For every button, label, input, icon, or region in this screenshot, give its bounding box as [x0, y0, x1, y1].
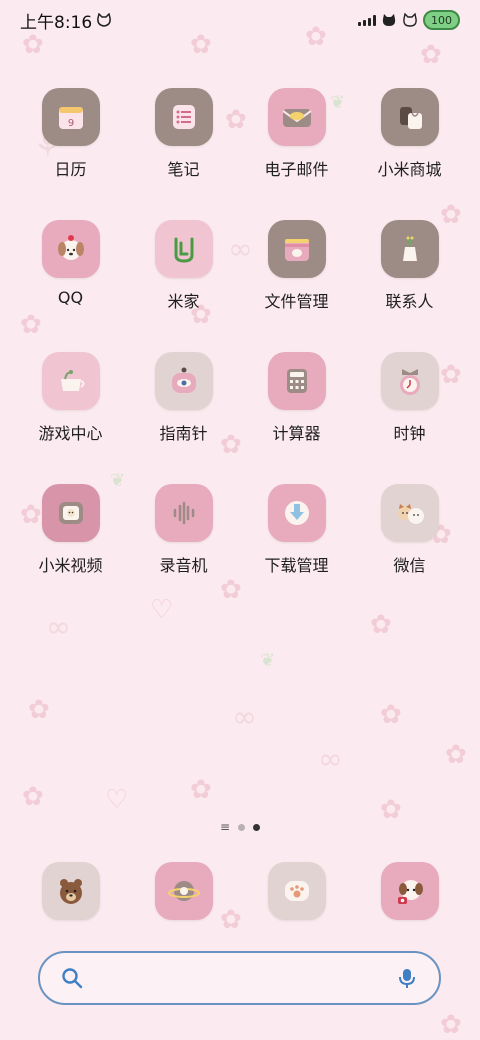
qq-puppy-icon: [41, 220, 100, 278]
dock-messages[interactable]: [127, 862, 240, 920]
compass-icon: [154, 352, 213, 410]
flower-decoration: ✿: [190, 775, 212, 805]
contacts-vase-icon: [380, 220, 439, 278]
app-compass[interactable]: 指南针: [127, 352, 240, 444]
video-icon: [41, 484, 100, 542]
page-indicator: ≡: [0, 821, 480, 833]
browser-paw-icon: [267, 862, 326, 920]
calculator-icon: [267, 352, 326, 410]
calendar-icon: 9: [41, 88, 100, 146]
flower-decoration: ✿: [220, 575, 242, 605]
app-wechat[interactable]: 微信: [353, 484, 466, 576]
app-game-center[interactable]: 游戏中心: [14, 352, 127, 444]
search-bar[interactable]: [38, 951, 441, 1005]
status-bar: 上午8:16 100: [0, 0, 480, 40]
app-mijia[interactable]: 米家: [127, 220, 240, 312]
email-icon: [267, 88, 326, 146]
cat-notification-icon: [97, 13, 112, 27]
battery-indicator: 100: [423, 10, 460, 30]
svg-text:9: 9: [67, 118, 73, 129]
app-label: 游戏中心: [38, 424, 103, 443]
app-grid: 9 日历 笔记 电子邮件 小米商城 QQ 米家 文件管理 联系人 游戏中心 指南…: [14, 88, 466, 576]
recorder-icon: [154, 484, 213, 542]
app-label: 米家: [167, 292, 200, 311]
flower-decoration: ✿: [28, 695, 50, 725]
app-label: 时钟: [393, 424, 426, 443]
dock: [14, 862, 466, 920]
app-label: 日历: [54, 160, 87, 179]
app-label: 文件管理: [264, 292, 329, 311]
dock-camera[interactable]: [353, 862, 466, 920]
download-icon: [267, 484, 326, 542]
app-label: 计算器: [272, 424, 321, 443]
app-recorder[interactable]: 录音机: [127, 484, 240, 576]
app-label: 电子邮件: [264, 160, 329, 179]
app-downloads[interactable]: 下载管理: [240, 484, 353, 576]
folder-icon: [267, 220, 326, 278]
app-email[interactable]: 电子邮件: [240, 88, 353, 180]
page-menu-icon[interactable]: ≡: [220, 821, 230, 833]
app-contacts[interactable]: 联系人: [353, 220, 466, 312]
app-mall[interactable]: 小米商城: [353, 88, 466, 180]
app-label: 微信: [393, 556, 426, 575]
clock-icon: [380, 352, 439, 410]
signal-icon: [358, 14, 376, 26]
app-files[interactable]: 文件管理: [240, 220, 353, 312]
app-notes[interactable]: 笔记: [127, 88, 240, 180]
mall-icon: [380, 88, 439, 146]
app-label: 小米视频: [38, 556, 103, 575]
heart-decoration: ♡: [105, 785, 129, 815]
cat-wifi-icon: [382, 14, 396, 26]
flower-decoration: ✿: [380, 795, 402, 825]
bow-decoration: ∞: [232, 700, 257, 735]
wechat-dog-cat-icon: [380, 484, 439, 542]
flower-decoration: ✿: [440, 1010, 462, 1040]
app-qq[interactable]: QQ: [14, 220, 127, 312]
app-label: 录音机: [159, 556, 208, 575]
page-dot-1[interactable]: [238, 824, 246, 831]
bow-decoration: ∞: [318, 742, 343, 777]
phone-bear-icon: [41, 862, 100, 920]
camera-dog-icon: [380, 862, 439, 920]
app-calendar[interactable]: 9 日历: [14, 88, 127, 180]
leaf-decoration: ❦: [260, 650, 276, 671]
app-label: 笔记: [167, 160, 200, 179]
flower-decoration: ✿: [445, 740, 467, 770]
flower-decoration: ✿: [420, 40, 442, 70]
app-label: 联系人: [385, 292, 434, 311]
app-label: QQ: [57, 288, 84, 307]
microphone-icon[interactable]: [395, 966, 419, 990]
search-icon[interactable]: [60, 966, 84, 990]
app-label: 小米商城: [377, 160, 442, 179]
app-calculator[interactable]: 计算器: [240, 352, 353, 444]
app-video[interactable]: 小米视频: [14, 484, 127, 576]
flower-decoration: ✿: [22, 782, 44, 812]
notes-icon: [154, 88, 213, 146]
game-teapot-icon: [41, 352, 100, 410]
app-label: 指南针: [159, 424, 208, 443]
messages-planet-icon: [154, 862, 213, 920]
page-dot-2[interactable]: [253, 824, 261, 831]
flower-decoration: ✿: [370, 610, 392, 640]
dock-phone[interactable]: [14, 862, 127, 920]
clock-time: 上午8:16: [20, 12, 93, 33]
bow-decoration: ∞: [46, 610, 71, 645]
status-right: 100: [358, 10, 460, 30]
cat-face-icon: [403, 13, 417, 27]
app-label: 下载管理: [264, 556, 329, 575]
app-clock[interactable]: 时钟: [353, 352, 466, 444]
flower-decoration: ✿: [380, 700, 402, 730]
heart-decoration: ♡: [150, 595, 174, 625]
mijia-icon: [154, 220, 213, 278]
dock-browser[interactable]: [240, 862, 353, 920]
status-left: 上午8:16: [20, 8, 112, 33]
